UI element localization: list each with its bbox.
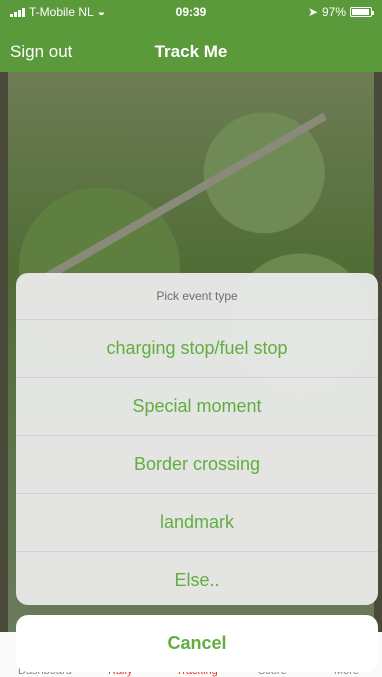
event-type-action-sheet: Pick event type charging stop/fuel stop … <box>16 273 378 605</box>
option-else[interactable]: Else.. <box>16 552 378 605</box>
status-bar: T-Mobile NL ◒ 09:39 ➤ 97% <box>0 0 382 22</box>
option-special-moment[interactable]: Special moment <box>16 378 378 436</box>
option-border-crossing[interactable]: Border crossing <box>16 436 378 494</box>
location-arrow-icon: ➤ <box>307 5 318 19</box>
option-charging-stop[interactable]: charging stop/fuel stop <box>16 320 378 378</box>
cancel-button[interactable]: Cancel <box>16 615 378 672</box>
option-landmark[interactable]: landmark <box>16 494 378 552</box>
battery-icon <box>350 7 374 17</box>
road-image-detail <box>46 112 328 280</box>
status-right: ➤ 97% <box>307 5 374 19</box>
app-header: T-Mobile NL ◒ 09:39 ➤ 97% Sign out Track… <box>0 0 382 72</box>
nav-bar: Sign out Track Me <box>0 36 382 66</box>
battery-percent: 97% <box>321 5 346 19</box>
sheet-title: Pick event type <box>16 273 378 320</box>
page-title: Track Me <box>154 42 228 61</box>
